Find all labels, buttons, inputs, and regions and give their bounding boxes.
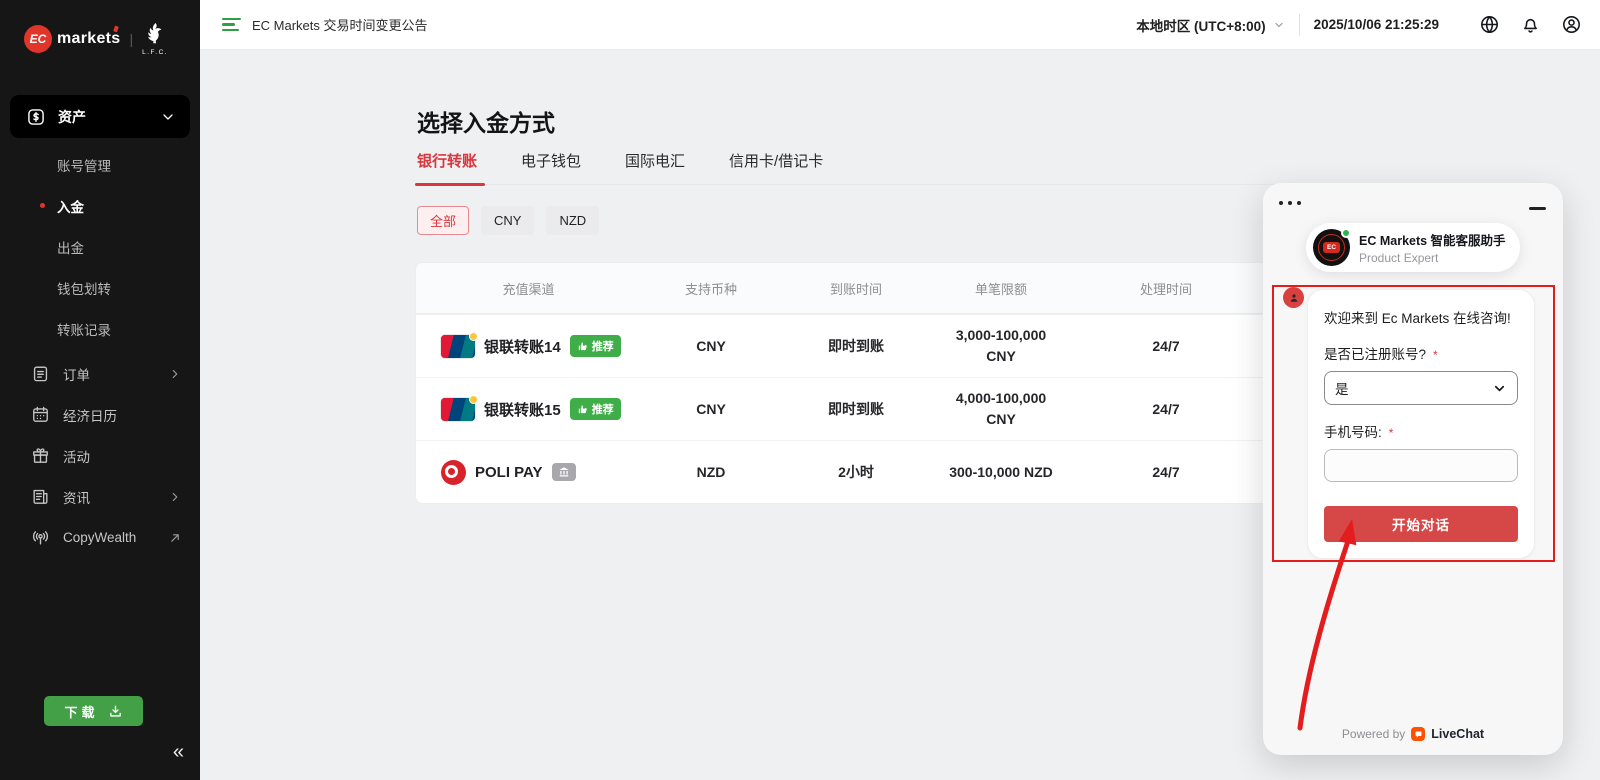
download-button[interactable]: 下载: [44, 696, 143, 726]
recommended-badge: 推荐: [570, 335, 621, 357]
topbar: EC Markets 交易时间变更公告 本地时区 (UTC+8:00) 2025…: [200, 0, 1600, 50]
lfc-crest: L.F.C.: [142, 22, 168, 56]
sidebar-item-activities[interactable]: 活动: [0, 435, 200, 476]
tab-credit-debit-card[interactable]: 信用卡/借记卡: [729, 150, 823, 184]
thumbs-up-icon: [577, 341, 588, 352]
liverbird-icon: [143, 22, 167, 48]
required-asterisk: *: [1433, 348, 1438, 362]
person-icon: [1288, 292, 1300, 304]
sidebar: EC markets | L.F.C. 资产 账号管理 入金 出金 钱包划转 转…: [0, 0, 200, 780]
livechat-icon: [1411, 727, 1425, 741]
brand-logo: EC markets | L.F.C.: [0, 0, 200, 62]
powered-by-livechat[interactable]: Powered by LiveChat: [1263, 727, 1563, 741]
unionpay-icon: [441, 398, 475, 421]
calendar-icon: [31, 405, 50, 424]
dollar-square-icon: [26, 107, 46, 127]
recommended-badge: 推荐: [570, 398, 621, 420]
start-chat-button[interactable]: 开始对话: [1324, 506, 1518, 542]
registered-question-label: 是否已注册账号?*: [1324, 343, 1518, 363]
page-title: 选择入金方式: [417, 104, 555, 138]
tab-international-wire[interactable]: 国际电汇: [625, 150, 685, 184]
livechat-widget: EC EC Markets 智能客服助手 Product Expert 欢迎来到…: [1263, 183, 1563, 755]
clipboard-icon: [31, 364, 50, 383]
sidebar-menu: 资产 账号管理 入金 出金 钱包划转 转账记录 订单 经济日历 活动: [0, 95, 200, 558]
unionpay-icon: [441, 335, 475, 358]
topbar-right: 本地时区 (UTC+8:00) 2025/10/06 21:25:29: [1136, 14, 1582, 36]
bank-icon: [558, 466, 570, 478]
caret-down-icon: [1273, 19, 1285, 31]
sidebar-item-economic-calendar[interactable]: 经济日历: [0, 394, 200, 435]
registered-select[interactable]: 是: [1324, 371, 1518, 405]
phone-label: 手机号码:*: [1324, 421, 1518, 441]
ec-logo-icon: EC: [24, 25, 52, 53]
chevron-down-icon: [160, 109, 176, 125]
current-datetime: 2025/10/06 21:25:29: [1314, 17, 1439, 32]
online-status-dot: [1341, 228, 1351, 238]
logo-divider: |: [129, 31, 133, 47]
chevron-down-icon: [1492, 381, 1507, 396]
pre-chat-form: 欢迎来到 Ec Markets 在线咨询! 是否已注册账号?* 是 手机号码:*…: [1307, 289, 1535, 559]
welcome-message: 欢迎来到 Ec Markets 在线咨询!: [1324, 307, 1518, 327]
sidebar-item-transfer-records[interactable]: 转账记录: [0, 308, 200, 349]
deposit-method-tabs: 银行转账 电子钱包 国际电汇 信用卡/借记卡: [417, 150, 1540, 185]
page: EC markets | L.F.C. 资产 账号管理 入金 出金 钱包划转 转…: [0, 0, 1600, 780]
news-icon: [31, 487, 50, 506]
ec-logo-wordmark: markets: [57, 30, 120, 48]
chat-menu-button[interactable]: [1279, 201, 1301, 205]
assets-submenu: 账号管理 入金 出金 钱包划转 转账记录: [0, 138, 200, 353]
timezone-selector[interactable]: 本地时区 (UTC+8:00): [1136, 15, 1284, 35]
tab-bank-transfer[interactable]: 银行转账: [417, 150, 477, 184]
download-icon: [108, 704, 123, 719]
thumbs-up-icon: [577, 404, 588, 415]
poli-pay-icon: [441, 460, 466, 485]
sidebar-item-assets[interactable]: 资产: [10, 95, 190, 138]
phone-input[interactable]: [1324, 449, 1518, 482]
filter-nzd[interactable]: NZD: [546, 206, 599, 235]
tab-e-wallet[interactable]: 电子钱包: [521, 150, 581, 184]
chat-minimize-button[interactable]: [1529, 207, 1546, 210]
currency-filters: 全部 CNY NZD: [417, 206, 599, 235]
sidebar-item-deposit[interactable]: 入金: [0, 185, 200, 226]
sidebar-item-account-management[interactable]: 账号管理: [0, 144, 200, 185]
chevron-right-icon: [168, 367, 182, 381]
bell-icon[interactable]: [1520, 14, 1541, 35]
chat-message-avatar: [1283, 287, 1304, 308]
announcement-banner[interactable]: EC Markets 交易时间变更公告: [222, 15, 428, 34]
active-dot: [40, 203, 45, 208]
sidebar-item-news[interactable]: 资讯: [0, 476, 200, 517]
external-link-icon: [168, 531, 182, 545]
gift-icon: [31, 446, 50, 465]
required-asterisk: *: [1389, 426, 1394, 440]
filter-all[interactable]: 全部: [417, 206, 469, 235]
broadcast-icon: [31, 528, 50, 547]
topbar-divider: [1299, 14, 1300, 36]
sidebar-item-withdraw[interactable]: 出金: [0, 226, 200, 267]
account-icon[interactable]: [1561, 14, 1582, 35]
filter-cny[interactable]: CNY: [481, 206, 534, 235]
sidebar-collapse-button[interactable]: «: [173, 742, 184, 762]
agent-avatar: EC: [1313, 229, 1350, 266]
announcement-list-icon: [222, 18, 241, 32]
sidebar-item-label: 资产: [58, 107, 86, 127]
globe-icon[interactable]: [1479, 14, 1500, 35]
bank-badge: [552, 463, 576, 481]
chat-agent-card: EC EC Markets 智能客服助手 Product Expert: [1306, 223, 1520, 272]
sidebar-item-copywealth[interactable]: CopyWealth: [0, 517, 200, 558]
sidebar-item-orders[interactable]: 订单: [0, 353, 200, 394]
chevron-right-icon: [168, 490, 182, 504]
sidebar-item-wallet-transfer[interactable]: 钱包划转: [0, 267, 200, 308]
